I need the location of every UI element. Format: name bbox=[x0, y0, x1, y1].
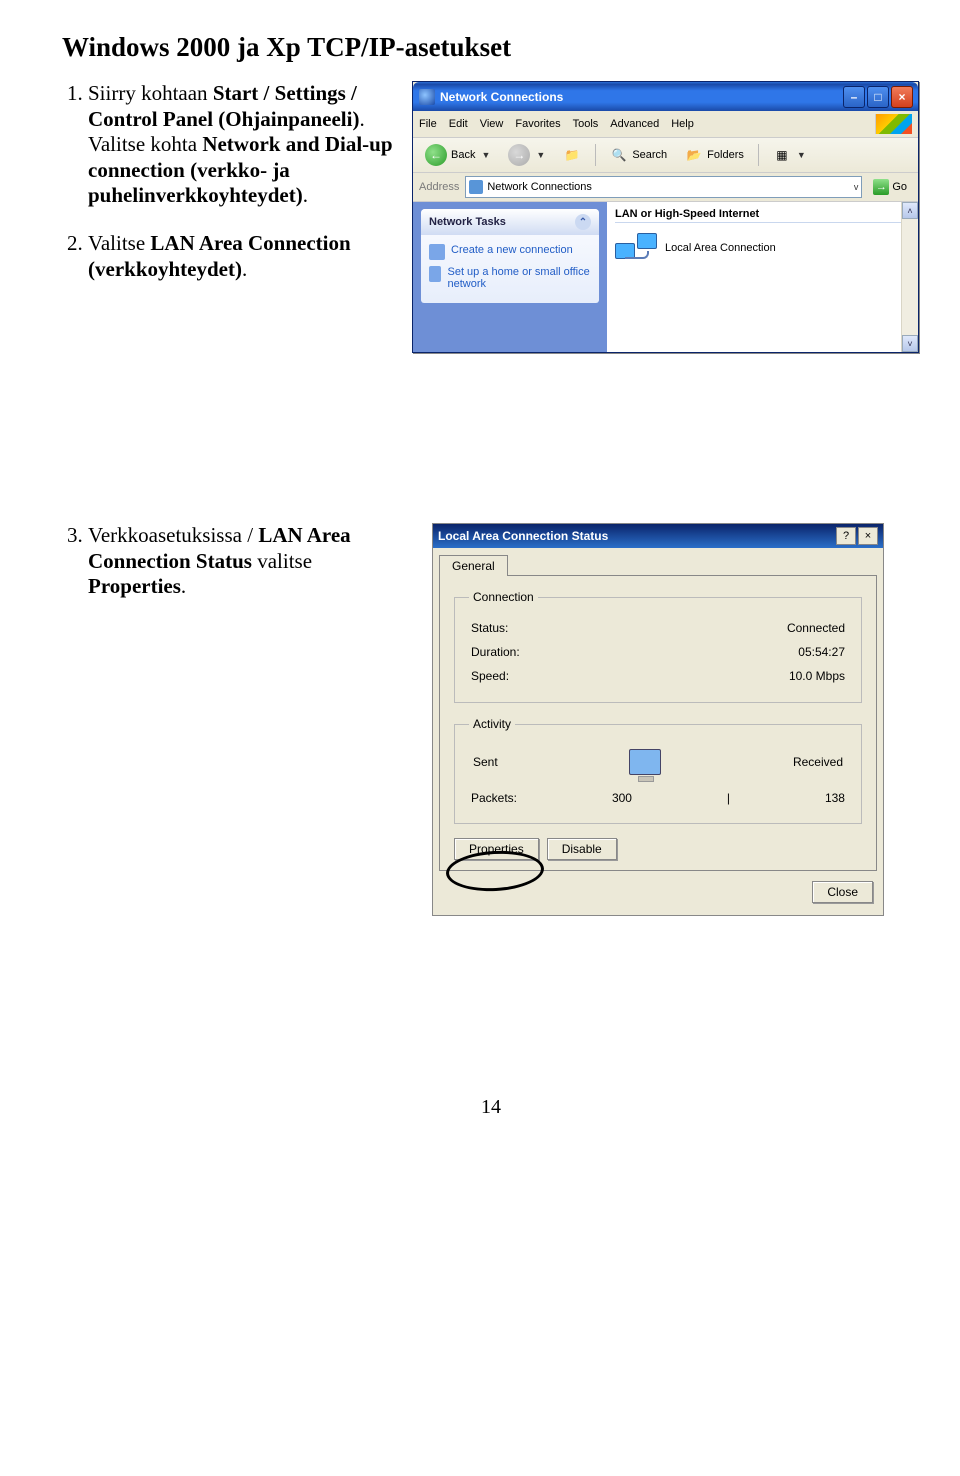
speed-label: Speed: bbox=[471, 669, 509, 683]
duration-label: Duration: bbox=[471, 645, 520, 659]
packets-sep: | bbox=[727, 791, 730, 805]
screenshot-lan-status: Local Area Connection Status ? × General… bbox=[432, 523, 882, 916]
back-button[interactable]: ← Back▼ bbox=[419, 142, 496, 168]
step-1: Siirry kohtaan Start / Settings / Contro… bbox=[88, 81, 394, 209]
step-3: Verkkoasetuksissa / LAN Area Connection … bbox=[88, 523, 394, 600]
scrollbar[interactable]: ˄ ˅ bbox=[901, 202, 918, 352]
tab-general[interactable]: General bbox=[439, 555, 508, 576]
menu-edit[interactable]: Edit bbox=[449, 118, 468, 130]
status-label: Status: bbox=[471, 621, 508, 635]
go-button[interactable]: → Go bbox=[868, 178, 912, 196]
task-create-connection[interactable]: Create a new connection bbox=[429, 241, 591, 263]
maximize-button[interactable]: □ bbox=[867, 86, 889, 108]
instructions-left: Siirry kohtaan Start / Settings / Contro… bbox=[62, 81, 394, 304]
window-icon bbox=[419, 89, 435, 105]
window-titlebar[interactable]: Network Connections – □ × bbox=[413, 82, 918, 111]
explorer-content: LAN or High-Speed Internet Local Area Co… bbox=[607, 202, 918, 352]
page-number: 14 bbox=[62, 1096, 920, 1139]
instructions-left-2: Verkkoasetuksissa / LAN Area Connection … bbox=[62, 523, 394, 622]
menu-view[interactable]: View bbox=[480, 118, 504, 130]
menu-favorites[interactable]: Favorites bbox=[515, 118, 560, 130]
forward-arrow-icon: → bbox=[508, 144, 530, 166]
dialog-titlebar[interactable]: Local Area Connection Status ? × bbox=[433, 524, 883, 548]
activity-group: Activity Sent Received Packets: 300 bbox=[454, 717, 862, 824]
menu-file[interactable]: File bbox=[419, 118, 437, 130]
close-dialog-button[interactable]: Close bbox=[812, 881, 873, 903]
speed-value: 10.0 Mbps bbox=[789, 669, 845, 683]
chevron-up-icon: ⌃ bbox=[575, 214, 591, 230]
step-2: Valitse LAN Area Connection (verkkoyhtey… bbox=[88, 231, 394, 282]
task-icon bbox=[429, 244, 445, 260]
address-dropdown-icon[interactable]: v bbox=[854, 182, 859, 192]
menu-help[interactable]: Help bbox=[671, 118, 694, 130]
views-icon: ▦ bbox=[773, 146, 791, 164]
packets-sent: 300 bbox=[612, 791, 632, 805]
page-title: Windows 2000 ja Xp TCP/IP-asetukset bbox=[62, 32, 920, 63]
address-bar: Address Network Connections v → Go bbox=[413, 173, 918, 202]
task-icon bbox=[429, 266, 441, 282]
tasks-sidebar: Network Tasks ⌃ Create a new connection … bbox=[413, 202, 607, 352]
address-icon bbox=[469, 180, 483, 194]
activity-icon bbox=[629, 749, 661, 775]
xp-logo-icon bbox=[875, 114, 912, 134]
back-arrow-icon: ← bbox=[425, 144, 447, 166]
menu-advanced[interactable]: Advanced bbox=[610, 118, 659, 130]
scroll-down-button[interactable]: ˅ bbox=[902, 335, 918, 352]
help-button[interactable]: ? bbox=[836, 527, 856, 545]
task-setup-network[interactable]: Set up a home or small office network bbox=[429, 263, 591, 293]
search-button[interactable]: 🔍 Search bbox=[604, 144, 673, 166]
received-label: Received bbox=[793, 755, 843, 769]
toolbar: ← Back▼ →▼ 📁 🔍 Search 📂 Folders bbox=[413, 138, 918, 173]
status-value: Connected bbox=[787, 621, 845, 635]
group-header: LAN or High-Speed Internet bbox=[615, 208, 910, 223]
window-title: Network Connections bbox=[440, 90, 843, 104]
dialog-close-button[interactable]: × bbox=[858, 527, 878, 545]
address-field[interactable]: Network Connections v bbox=[465, 176, 862, 198]
tasks-header[interactable]: Network Tasks ⌃ bbox=[421, 209, 599, 235]
connection-group: Connection Status:Connected Duration:05:… bbox=[454, 590, 862, 703]
forward-button[interactable]: →▼ bbox=[502, 142, 551, 168]
up-button[interactable]: 📁 bbox=[557, 144, 587, 166]
views-button[interactable]: ▦▼ bbox=[767, 144, 812, 166]
network-connection-icon bbox=[615, 229, 657, 267]
address-label: Address bbox=[419, 181, 459, 193]
search-icon: 🔍 bbox=[610, 146, 628, 164]
menu-tools[interactable]: Tools bbox=[573, 118, 599, 130]
screenshot-network-connections: Network Connections – □ × File Edit View… bbox=[412, 81, 917, 353]
packets-received: 138 bbox=[825, 791, 845, 805]
local-area-connection-item[interactable]: Local Area Connection bbox=[615, 229, 910, 267]
folders-icon: 📂 bbox=[685, 146, 703, 164]
folders-button[interactable]: 📂 Folders bbox=[679, 144, 750, 166]
go-arrow-icon: → bbox=[873, 179, 889, 195]
duration-value: 05:54:27 bbox=[798, 645, 845, 659]
sent-label: Sent bbox=[473, 755, 498, 769]
packets-label: Packets: bbox=[471, 791, 517, 805]
dialog-title: Local Area Connection Status bbox=[438, 529, 834, 543]
scroll-up-button[interactable]: ˄ bbox=[902, 202, 918, 219]
minimize-button[interactable]: – bbox=[843, 86, 865, 108]
properties-button[interactable]: Properties bbox=[454, 838, 539, 860]
menu-bar: File Edit View Favorites Tools Advanced … bbox=[413, 111, 918, 138]
disable-button[interactable]: Disable bbox=[547, 838, 617, 860]
close-button[interactable]: × bbox=[891, 86, 913, 108]
folder-up-icon: 📁 bbox=[563, 146, 581, 164]
